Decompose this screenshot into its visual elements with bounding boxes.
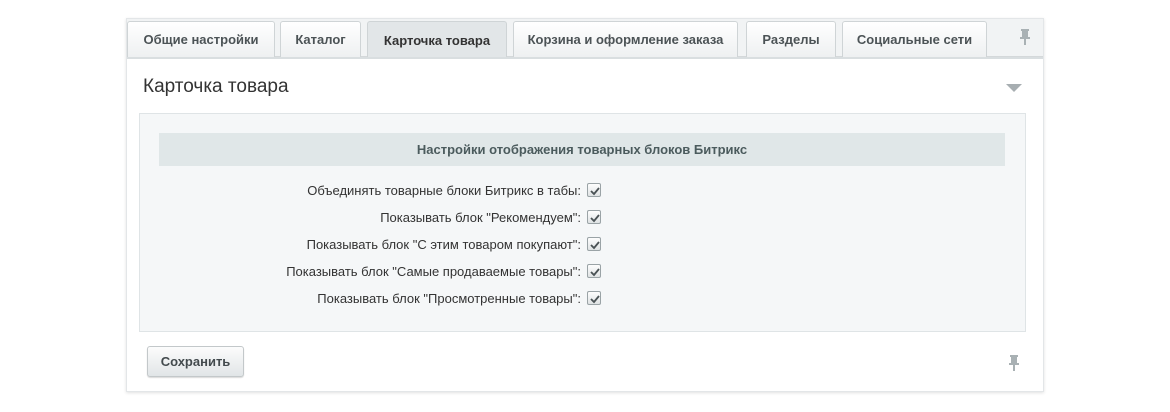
triangle-down-icon[interactable] bbox=[1005, 81, 1023, 93]
option-label: Показывать блок "Просмотренные товары": bbox=[317, 291, 581, 306]
option-checkbox[interactable] bbox=[587, 264, 601, 278]
save-button[interactable]: Сохранить bbox=[147, 346, 244, 377]
tab-general-settings[interactable]: Общие настройки bbox=[127, 21, 275, 57]
option-row: Показывать блок "Самые продаваемые товар… bbox=[140, 262, 1027, 282]
option-row: Показывать блок "Рекомендуем": bbox=[140, 208, 1027, 228]
section-heading: Настройки отображения товарных блоков Би… bbox=[159, 133, 1005, 166]
option-label: Показывать блок "Рекомендуем": bbox=[380, 210, 581, 225]
option-checkbox[interactable] bbox=[587, 291, 601, 305]
option-label: Показывать блок "Самые продаваемые товар… bbox=[286, 264, 581, 279]
option-row: Объединять товарные блоки Битрикс в табы… bbox=[140, 181, 1027, 201]
option-row: Показывать блок "С этим товаром покупают… bbox=[140, 235, 1027, 255]
tab-bar: Общие настройки Каталог Карточка товара … bbox=[127, 19, 1043, 58]
page-title: Карточка товара bbox=[143, 76, 289, 97]
tab-sections[interactable]: Разделы bbox=[746, 21, 836, 57]
option-label: Показывать блок "С этим товаром покупают… bbox=[306, 237, 581, 252]
pin-icon[interactable] bbox=[1005, 353, 1023, 373]
tab-product-card[interactable]: Карточка товара bbox=[367, 21, 507, 58]
option-label: Объединять товарные блоки Битрикс в табы… bbox=[307, 183, 581, 198]
option-checkbox[interactable] bbox=[587, 183, 601, 197]
pin-icon[interactable] bbox=[1015, 27, 1035, 47]
option-checkbox[interactable] bbox=[587, 237, 601, 251]
tab-catalog[interactable]: Каталог bbox=[280, 21, 361, 57]
tab-social-networks[interactable]: Социальные сети bbox=[842, 21, 987, 57]
tab-cart-checkout[interactable]: Корзина и оформление заказа bbox=[513, 21, 738, 57]
title-divider bbox=[127, 57, 1043, 59]
settings-panel: Настройки отображения товарных блоков Би… bbox=[139, 113, 1026, 332]
settings-window: Общие настройки Каталог Карточка товара … bbox=[126, 18, 1044, 392]
option-checkbox[interactable] bbox=[587, 210, 601, 224]
option-row: Показывать блок "Просмотренные товары": bbox=[140, 289, 1027, 309]
